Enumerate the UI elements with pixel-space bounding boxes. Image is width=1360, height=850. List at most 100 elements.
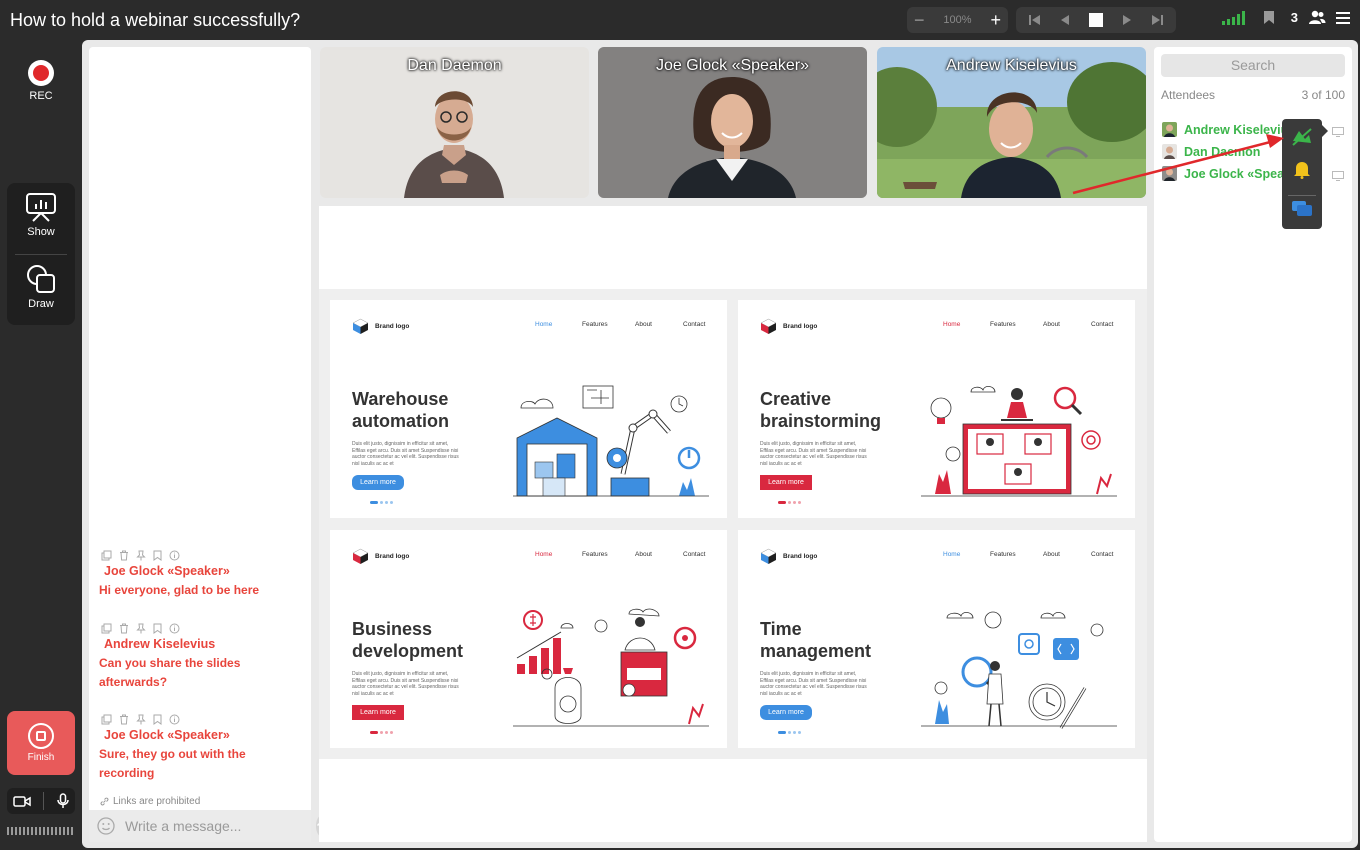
slide-body-text: Duis elit justo, dignissim in efficitur …	[760, 671, 867, 697]
webinar-app: How to hold a webinar successfully? − 10…	[0, 0, 1360, 850]
draw-label: Draw	[28, 298, 54, 310]
nav-home: Home	[535, 551, 553, 558]
trash-icon[interactable]	[119, 623, 129, 634]
nav-about: About	[1043, 321, 1060, 328]
video-tile[interactable]: Andrew Kiselevius	[877, 47, 1146, 198]
copy-icon[interactable]	[101, 714, 112, 725]
camera-icon[interactable]	[13, 795, 31, 808]
chat-message: Joe Glock «Speaker» Hi everyone, glad to…	[99, 549, 299, 600]
brainstorming-illustration	[921, 386, 1117, 497]
pin-icon[interactable]	[136, 714, 146, 725]
info-icon[interactable]	[169, 714, 180, 725]
emoji-icon[interactable]	[97, 817, 115, 835]
zoom-in-button[interactable]: +	[990, 11, 1001, 29]
learn-more-button: Learn more	[352, 705, 404, 720]
avatar	[1162, 166, 1177, 181]
info-icon[interactable]	[169, 623, 180, 634]
nav-home: Home	[535, 321, 553, 328]
cube-icon	[352, 548, 369, 564]
message-author: Joe Glock «Speaker»	[104, 728, 230, 742]
first-slide-button[interactable]	[1028, 13, 1042, 27]
bell-icon[interactable]	[1290, 157, 1314, 181]
slide-pagination	[778, 501, 801, 504]
chat-icon[interactable]	[1290, 197, 1314, 221]
nav-contact: Contact	[683, 551, 706, 558]
draw-icon	[25, 263, 57, 295]
brand-logo: Brand logo	[352, 548, 409, 565]
popup-arrow	[1322, 125, 1328, 137]
finish-button[interactable]: Finish	[7, 711, 75, 775]
cube-icon	[760, 318, 777, 334]
screen-icon[interactable]	[1332, 168, 1344, 186]
bookmark-icon[interactable]	[1263, 10, 1275, 25]
brand-label: Brand logo	[783, 323, 818, 330]
menu-icon[interactable]	[1336, 11, 1350, 24]
slide-pagination	[370, 501, 393, 504]
slide-body-text: Duis elit justo, dignissim in efficitur …	[760, 441, 867, 467]
attendees-label: Attendees	[1161, 88, 1216, 102]
search-input[interactable]: Search	[1161, 54, 1345, 77]
message-actions	[101, 713, 299, 725]
bookmark-icon[interactable]	[153, 714, 162, 725]
message-actions	[101, 622, 299, 634]
copy-icon[interactable]	[101, 623, 112, 634]
stop-icon[interactable]	[1088, 12, 1104, 28]
pin-icon[interactable]	[136, 623, 146, 634]
trash-icon[interactable]	[119, 550, 129, 561]
slide-pagination	[370, 731, 393, 734]
attendee-name: Dan Daemon	[1184, 144, 1261, 159]
participant-name: Dan Daemon	[407, 57, 502, 74]
bookmark-icon[interactable]	[153, 550, 162, 561]
nav-about: About	[635, 551, 652, 558]
links-notice-text: Links are prohibited	[113, 796, 201, 807]
page-title: How to hold a webinar successfully?	[10, 10, 301, 30]
prev-slide-button[interactable]	[1058, 13, 1072, 27]
zoom-out-button[interactable]: −	[914, 11, 925, 29]
link-icon	[100, 797, 109, 806]
learn-more-button: Learn more	[760, 705, 812, 720]
last-slide-button[interactable]	[1150, 13, 1164, 27]
show-label: Show	[27, 226, 55, 238]
slide-card[interactable]: Brand logo Home Features About Contact C…	[738, 300, 1135, 518]
cube-icon	[760, 548, 777, 564]
slide-card[interactable]: Brand logo Home Features About Contact W…	[330, 300, 727, 518]
zoom-value: 100%	[943, 14, 972, 26]
show-button[interactable]: Show	[7, 183, 75, 251]
media-controls	[7, 788, 75, 814]
screen-icon[interactable]	[1332, 124, 1344, 142]
chat-message-input[interactable]	[125, 818, 306, 834]
slide-card[interactable]: Brand logo Home Features About Contact T…	[738, 530, 1135, 748]
copy-icon[interactable]	[101, 550, 112, 561]
attendee-action-popup	[1282, 119, 1328, 229]
top-right-controls: 3	[1221, 10, 1350, 25]
links-notice: Links are prohibited	[100, 796, 200, 807]
chat-message: Joe Glock «Speaker» Sure, they go out wi…	[99, 713, 299, 783]
rec-label: REC	[29, 90, 53, 102]
chat-panel: Joe Glock «Speaker» Hi everyone, glad to…	[89, 47, 326, 842]
rec-button[interactable]: REC	[26, 60, 56, 102]
signal-icon	[1221, 10, 1245, 25]
video-tile[interactable]: Dan Daemon	[320, 47, 589, 198]
mic-icon[interactable]	[57, 793, 69, 809]
stop-circle-icon	[28, 723, 54, 749]
pin-icon[interactable]	[136, 550, 146, 561]
info-icon[interactable]	[169, 550, 180, 561]
next-slide-button[interactable]	[1120, 13, 1134, 27]
bookmark-icon[interactable]	[153, 623, 162, 634]
trash-icon[interactable]	[119, 714, 129, 725]
nav-home: Home	[943, 321, 961, 328]
brand-label: Brand logo	[375, 553, 410, 560]
slide-card[interactable]: Brand logo Home Features About Contact B…	[330, 530, 727, 748]
draw-button[interactable]: Draw	[7, 255, 75, 323]
users-icon[interactable]	[1308, 10, 1326, 25]
learn-more-button: Learn more	[352, 475, 404, 490]
attendee-name: Andrew Kiselevius	[1184, 122, 1296, 137]
chat-message: Andrew Kiselevius Can you share the slid…	[99, 622, 299, 692]
nav-features: Features	[990, 321, 1016, 328]
video-tile[interactable]: Joe Glock «Speaker»	[598, 47, 867, 198]
audio-level-meter	[7, 827, 73, 835]
nav-home: Home	[943, 551, 961, 558]
participant-name: Joe Glock «Speaker»	[656, 57, 809, 74]
mute-video-icon[interactable]	[1290, 125, 1314, 149]
message-text: Sure, they go out with the recording	[99, 747, 246, 780]
